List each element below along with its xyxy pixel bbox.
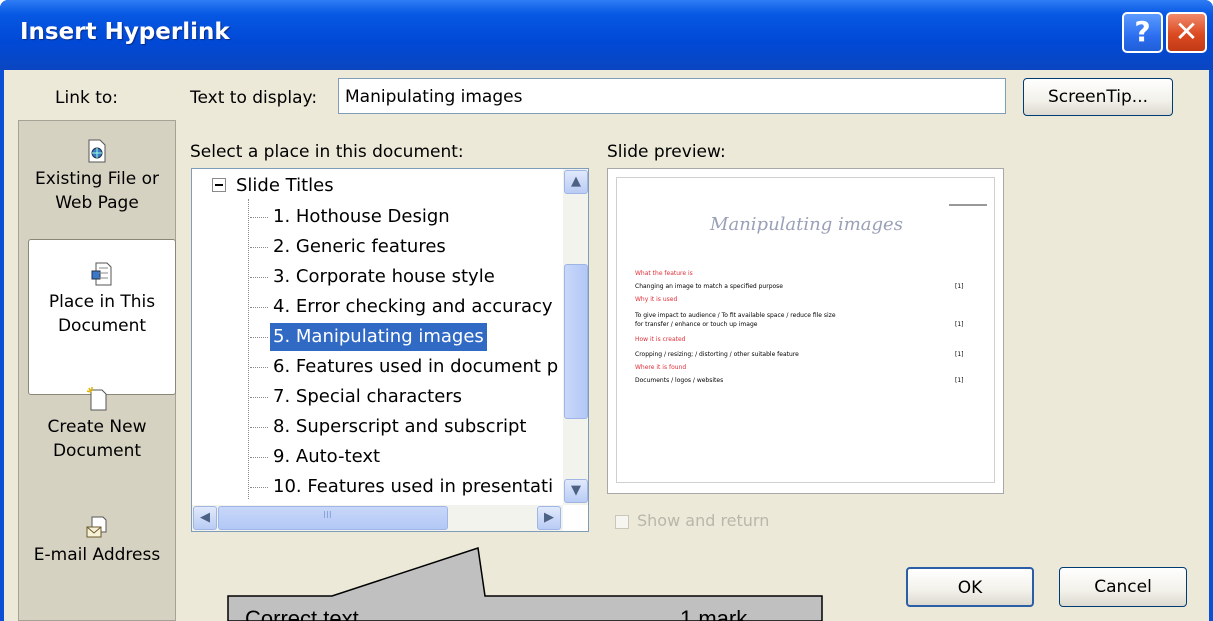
callout-text: Correct text <box>245 606 359 621</box>
callout-annotation <box>227 547 823 621</box>
callout-mark: 1 mark <box>680 606 748 621</box>
